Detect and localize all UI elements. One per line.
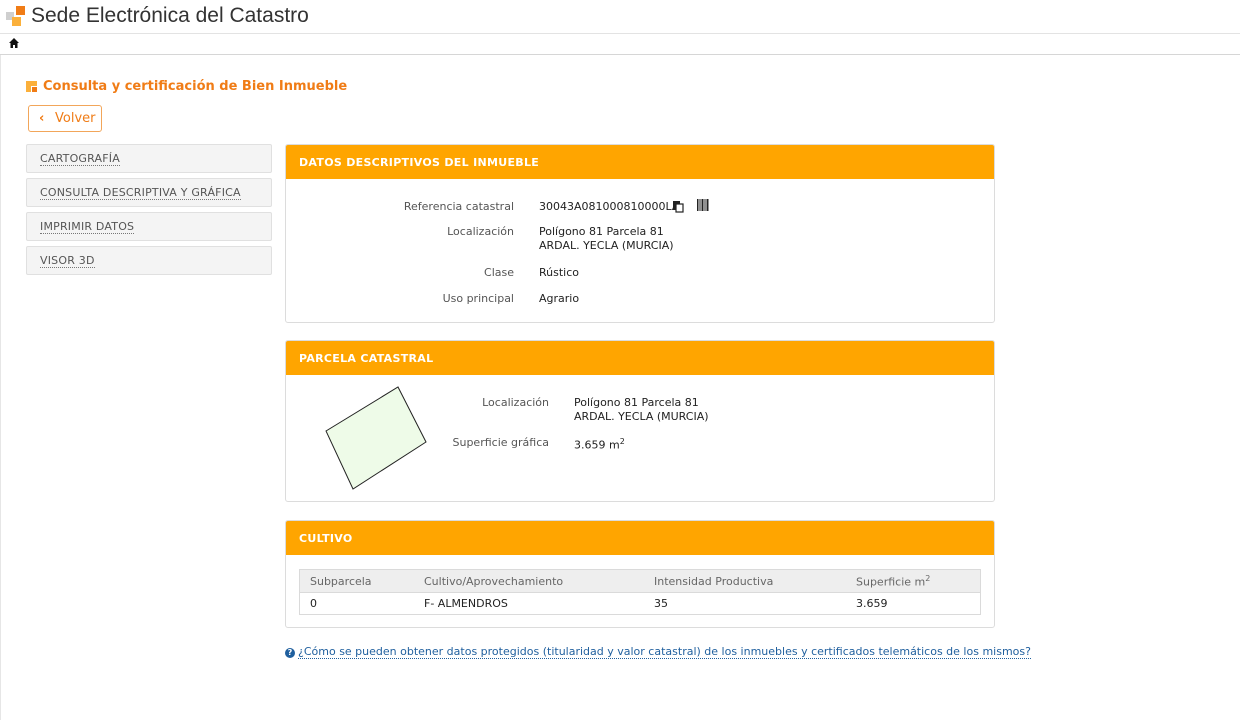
question-circle-icon: ? xyxy=(285,648,295,658)
parcela-catastral-panel: PARCELA CATASTRAL Localización Polígono … xyxy=(285,340,995,502)
uso-principal-value: Agrario xyxy=(539,292,580,305)
column-header: Subparcela xyxy=(299,569,414,593)
localizacion-line2: ARDAL. YECLA (MURCIA) xyxy=(539,239,674,252)
ref-catastral-value: 30043A081000810000LA xyxy=(539,200,680,213)
superficie-grafica-value: 3.659 m2 xyxy=(574,437,625,452)
home-icon[interactable] xyxy=(8,37,20,49)
panel-header: CULTIVO xyxy=(286,521,994,555)
help-link-row: ? ¿Cómo se pueden obtener datos protegido… xyxy=(285,645,1031,659)
clase-value: Rústico xyxy=(539,266,579,279)
sidebar-item-imprimir-datos[interactable]: IMPRIMIR DATOS xyxy=(26,212,272,241)
sidebar-item-label: VISOR 3D xyxy=(40,254,95,268)
catastro-logo-icon xyxy=(6,6,26,26)
parcela-localizacion-label: Localización xyxy=(482,396,549,409)
cultivo-panel: CULTIVO Subparcela Cultivo/Aprovechamien… xyxy=(285,520,995,628)
site-title[interactable]: Sede Electrónica del Catastro xyxy=(31,4,309,28)
table-row: 0 F- ALMENDROS 35 3.659 xyxy=(299,592,981,615)
help-link[interactable]: ¿Cómo se pueden obtener datos protegidos… xyxy=(298,645,1031,659)
column-header: Superficie m2 xyxy=(846,569,981,593)
table-cell: 0 xyxy=(299,592,414,615)
column-header: Cultivo/Aprovechamiento xyxy=(414,569,644,593)
chevron-left-icon: ‹ xyxy=(39,111,45,126)
table-cell: 3.659 xyxy=(846,592,981,615)
localizacion-label: Localización xyxy=(447,225,514,238)
panel-header-title: DATOS DESCRIPTIVOS DEL INMUEBLE xyxy=(299,156,540,169)
panel-header: DATOS DESCRIPTIVOS DEL INMUEBLE xyxy=(286,145,994,179)
parcela-localizacion-line2: ARDAL. YECLA (MURCIA) xyxy=(574,410,709,423)
table-cell: 35 xyxy=(644,592,846,615)
top-bar: Sede Electrónica del Catastro xyxy=(0,0,1240,34)
panel-header-title: CULTIVO xyxy=(299,532,353,545)
breadcrumb xyxy=(0,34,1240,55)
panel-header-title: PARCELA CATASTRAL xyxy=(299,352,434,365)
sidebar-item-consulta-descriptiva[interactable]: CONSULTA DESCRIPTIVA Y GRÁFICA xyxy=(26,178,272,207)
sidebar-item-label: IMPRIMIR DATOS xyxy=(40,220,135,234)
back-button-label: Volver xyxy=(55,111,96,126)
parcela-localizacion-line1: Polígono 81 Parcela 81 xyxy=(574,396,699,409)
column-header: Intensidad Productiva xyxy=(644,569,846,593)
sidebar-item-label: CARTOGRAFÍA xyxy=(40,152,120,166)
sidebar-item-label: CONSULTA DESCRIPTIVA Y GRÁFICA xyxy=(40,186,241,200)
table-cell: F- ALMENDROS xyxy=(414,592,644,615)
page-left-border xyxy=(0,55,1,720)
page-title: Consulta y certificación de Bien Inmuebl… xyxy=(43,79,348,94)
table-header-row: Subparcela Cultivo/Aprovechamiento Inten… xyxy=(299,569,981,593)
barcode-icon[interactable] xyxy=(697,199,709,211)
uso-principal-label: Uso principal xyxy=(442,292,514,305)
localizacion-line1: Polígono 81 Parcela 81 xyxy=(539,225,664,238)
datos-descriptivos-panel: DATOS DESCRIPTIVOS DEL INMUEBLE Referenc… xyxy=(285,144,995,323)
clase-label: Clase xyxy=(484,266,514,279)
copy-icon[interactable] xyxy=(672,200,684,213)
sidebar-item-cartografia[interactable]: CARTOGRAFÍA xyxy=(26,144,272,173)
cultivo-table: Subparcela Cultivo/Aprovechamiento Inten… xyxy=(299,569,981,615)
panel-header: PARCELA CATASTRAL xyxy=(286,341,994,375)
ref-catastral-label: Referencia catastral xyxy=(403,200,514,213)
sidebar-nav: CARTOGRAFÍA CONSULTA DESCRIPTIVA Y GRÁFI… xyxy=(26,144,272,280)
sidebar-item-visor-3d[interactable]: VISOR 3D xyxy=(26,246,272,275)
superficie-grafica-label: Superficie gráfica xyxy=(452,436,550,449)
back-button[interactable]: ‹ Volver xyxy=(28,105,102,132)
